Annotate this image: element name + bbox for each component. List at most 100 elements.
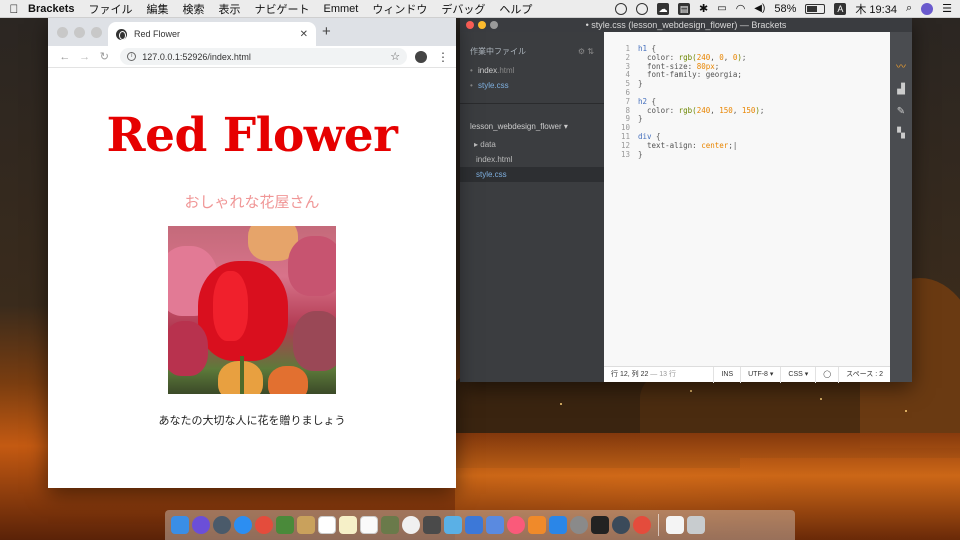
app-store-icon[interactable] [549,516,567,534]
project-dropdown[interactable]: lesson_webdesign_flower ▾ [460,103,604,137]
new-tab-icon[interactable]: + [322,23,331,40]
chrome-running-icon[interactable] [633,516,651,534]
tree-file-style[interactable]: style.css [460,167,604,182]
notes-icon[interactable] [339,516,357,534]
window-zoom-button[interactable] [91,27,102,38]
contacts-icon[interactable] [297,516,315,534]
account-avatar-icon[interactable] [415,50,427,63]
info-icon[interactable]: i [127,52,137,61]
photos-icon[interactable] [402,516,420,534]
quicktime-icon[interactable] [612,516,630,534]
gear-icon[interactable]: ⚙ ⇅ [578,47,594,56]
cloud-icon[interactable]: ☁ [657,2,670,15]
photo-viewer-icon[interactable] [276,516,294,534]
siri-dock-icon[interactable] [192,516,210,534]
apple-menu-icon[interactable]:  [0,2,28,16]
layers-icon[interactable]: ▚ [895,128,907,139]
siri-icon[interactable] [921,2,934,15]
window-close-button[interactable] [466,21,474,29]
battery-percent[interactable]: 58% [774,3,796,15]
menu-edit[interactable]: 編集 [146,1,168,17]
browser-tab[interactable]: Red Flower ✕ [108,22,316,46]
tree-folder-data[interactable]: ▸ data [460,137,604,152]
code-lines[interactable]: h1 { color: rgb(240, 0, 0); font-size: 8… [638,44,888,160]
input-source-icon[interactable]: A [834,2,847,15]
calendar-icon[interactable] [318,516,336,534]
photos-dock-icon[interactable] [381,516,399,534]
document-icon[interactable] [666,516,684,534]
bookmark-star-icon[interactable]: ☆ [390,50,400,63]
launchpad-icon[interactable] [213,516,231,534]
notification-center-icon[interactable]: ☰ [942,2,952,15]
code-line[interactable]: } [638,114,888,124]
photo-blob [293,311,336,371]
volume-icon[interactable]: ◀) [754,3,765,14]
clock[interactable]: 木 19:34 [855,1,897,17]
menu-app-name[interactable]: Brackets [28,3,74,15]
code-line[interactable]: color: rgb(240, 150, 150); [638,106,888,116]
menu-file[interactable]: ファイル [88,1,132,17]
code-line[interactable] [638,124,888,133]
brackets-icon[interactable] [591,516,609,534]
insert-mode-toggle[interactable]: INS [713,366,740,383]
live-preview-icon[interactable]: 〰 [895,62,907,73]
language-dropdown[interactable]: CSS ▾ [780,366,815,383]
encoding-dropdown[interactable]: UTF-8 ▾ [740,366,780,383]
airplay-icon[interactable]: ▭ [717,3,726,14]
chrome-icon[interactable] [255,516,273,534]
working-file-index[interactable]: • index.html [460,63,604,78]
books-icon[interactable] [528,516,546,534]
finder-icon[interactable] [171,516,189,534]
dock [165,510,795,540]
keynote-icon[interactable] [486,516,504,534]
working-file-style[interactable]: • style.css [460,78,604,93]
code-editor[interactable]: 1 2 3 4 5 6 7 8 9 10 11 12 13 h1 { color… [604,32,890,366]
back-icon[interactable]: ← [55,51,75,63]
code-line[interactable]: } [638,150,888,160]
address-bar[interactable]: i 127.0.0.1:52926/index.html ☆ [120,48,408,65]
tab-close-icon[interactable]: ✕ [300,29,308,40]
menu-navigate[interactable]: ナビゲート [254,1,309,17]
facetime-icon[interactable] [423,516,441,534]
safari-icon[interactable] [234,516,252,534]
linter-status-icon[interactable]: ◯ [815,366,838,383]
extension-manager-icon[interactable]: ▟ [895,84,907,95]
wrench-icon[interactable]: ✎ [895,106,907,117]
wifi-icon[interactable]: ◠ [736,2,746,15]
record-icon[interactable] [615,2,628,15]
trash-icon[interactable] [687,516,705,534]
window-zoom-button[interactable] [490,21,498,29]
clipboard-icon[interactable]: ▤ [678,2,691,15]
menu-view[interactable]: 表示 [218,1,240,17]
spotlight-icon[interactable]: ⌕ [906,2,912,15]
menu-search[interactable]: 検索 [182,1,204,17]
system-preferences-icon[interactable] [570,516,588,534]
window-minimize-button[interactable] [478,21,486,29]
numbers-icon[interactable] [465,516,483,534]
cursor-position[interactable]: 行 12, 列 22 — 13 行 [604,367,683,383]
reload-icon[interactable]: ↻ [95,50,115,63]
code-line[interactable]: } [638,79,888,89]
menu-debug[interactable]: デバッグ [441,1,485,17]
forward-icon[interactable]: → [75,51,95,63]
battery-icon[interactable] [805,3,826,14]
bluetooth-icon[interactable]: ✱ [699,2,708,15]
menu-emmet[interactable]: Emmet [323,3,358,15]
indent-setting[interactable]: スペース : 2 [838,366,890,383]
menu-window[interactable]: ウィンドウ [372,1,427,17]
target-icon[interactable] [636,2,649,15]
tree-file-index[interactable]: index.html [460,152,604,167]
music-icon[interactable] [507,516,525,534]
wallpaper-light [820,398,822,400]
more-menu-icon[interactable]: ⋮ [437,50,449,64]
globe-icon [116,28,127,40]
window-close-button[interactable] [57,27,68,38]
messages-icon[interactable] [444,516,462,534]
window-minimize-button[interactable] [74,27,85,38]
code-line[interactable] [638,89,888,98]
code-line[interactable]: text-align: center;| [638,141,888,151]
menu-help[interactable]: ヘルプ [499,1,532,17]
reminders-icon[interactable] [360,516,378,534]
working-file-name: index [478,66,498,75]
code-line[interactable]: font-family: georgia; [638,70,888,80]
